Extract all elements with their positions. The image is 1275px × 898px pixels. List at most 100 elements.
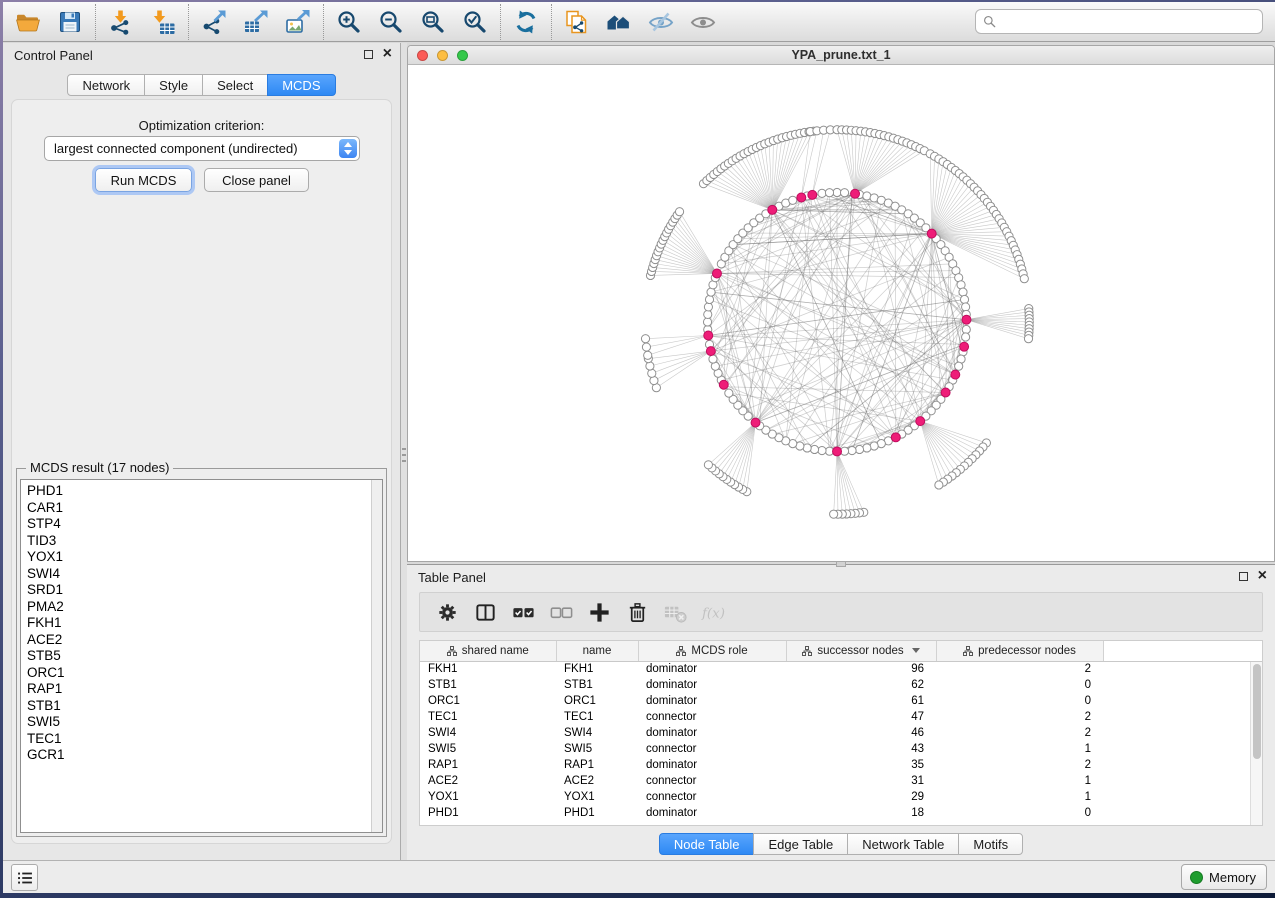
mcds-result-item[interactable]: SRD1 (27, 582, 371, 599)
table-scrollbar-thumb[interactable] (1253, 664, 1261, 759)
tab-select[interactable]: Select (202, 74, 268, 96)
zoom-fit-button[interactable] (412, 5, 454, 39)
show-all-button[interactable] (682, 5, 724, 39)
cell-mcds-role[interactable]: dominator (638, 805, 786, 821)
search-input[interactable] (1002, 12, 1256, 32)
tab-style[interactable]: Style (144, 74, 203, 96)
cell-predecessor-nodes[interactable]: 1 (936, 789, 1103, 805)
cell-shared-name[interactable]: STB1 (420, 677, 556, 693)
table-row[interactable]: ORC1ORC1dominator610 (420, 693, 1262, 709)
cell-predecessor-nodes[interactable]: 2 (936, 725, 1103, 741)
cell-shared-name[interactable]: FKH1 (420, 661, 556, 677)
tab-node-table[interactable]: Node Table (659, 833, 755, 855)
cell-mcds-role[interactable]: dominator (638, 677, 786, 693)
zoom-selected-button[interactable] (454, 5, 496, 39)
duplicate-network-button[interactable] (556, 5, 598, 39)
cell-name[interactable]: FKH1 (556, 661, 638, 677)
search-box[interactable] (975, 9, 1263, 34)
close-panel-button[interactable]: Close panel (204, 168, 309, 192)
deselect-all-checkbox-button[interactable] (542, 596, 580, 628)
mcds-result-item[interactable]: TID3 (27, 533, 371, 550)
cell-successor-nodes[interactable]: 61 (786, 693, 936, 709)
cell-mcds-role[interactable]: dominator (638, 693, 786, 709)
table-row[interactable]: FKH1FKH1dominator962 (420, 661, 1262, 677)
cell-successor-nodes[interactable]: 47 (786, 709, 936, 725)
refresh-view-button[interactable] (505, 5, 547, 39)
cell-shared-name[interactable]: SWI4 (420, 725, 556, 741)
table-row[interactable]: RAP1RAP1dominator352 (420, 757, 1262, 773)
table-row[interactable]: TEC1TEC1connector472 (420, 709, 1262, 725)
cell-successor-nodes[interactable]: 46 (786, 725, 936, 741)
cell-shared-name[interactable]: TEC1 (420, 709, 556, 725)
cell-predecessor-nodes[interactable]: 2 (936, 757, 1103, 773)
task-history-button[interactable] (11, 864, 38, 891)
cell-shared-name[interactable]: YOX1 (420, 789, 556, 805)
column-header-successor-nodes[interactable]: successor nodes (786, 641, 936, 661)
splitter-handle-icon[interactable] (402, 448, 406, 466)
export-image-button[interactable] (277, 5, 319, 39)
mcds-result-item[interactable]: RAP1 (27, 681, 371, 698)
cell-successor-nodes[interactable]: 35 (786, 757, 936, 773)
import-network-button[interactable] (100, 5, 142, 39)
first-neighbors-button[interactable] (598, 5, 640, 39)
save-session-button[interactable] (49, 5, 91, 39)
cell-mcds-role[interactable]: connector (638, 773, 786, 789)
mcds-list-scrollbar[interactable] (371, 480, 382, 832)
zoom-out-button[interactable] (370, 5, 412, 39)
tab-mcds[interactable]: MCDS (267, 74, 335, 96)
mcds-result-item[interactable]: FKH1 (27, 615, 371, 632)
cell-predecessor-nodes[interactable]: 2 (936, 661, 1103, 677)
mcds-result-item[interactable]: SWI4 (27, 566, 371, 583)
column-header-name[interactable]: name (556, 641, 638, 661)
table-row[interactable]: YOX1YOX1connector291 (420, 789, 1262, 805)
cell-mcds-role[interactable]: dominator (638, 757, 786, 773)
cell-shared-name[interactable]: PHD1 (420, 805, 556, 821)
cell-successor-nodes[interactable]: 31 (786, 773, 936, 789)
cell-predecessor-nodes[interactable]: 2 (936, 709, 1103, 725)
tab-motifs[interactable]: Motifs (958, 833, 1023, 855)
add-column-button[interactable] (580, 596, 618, 628)
cell-predecessor-nodes[interactable]: 1 (936, 741, 1103, 757)
cell-shared-name[interactable]: ORC1 (420, 693, 556, 709)
network-window-titlebar[interactable]: YPA_prune.txt_1 (408, 46, 1274, 65)
network-canvas[interactable] (408, 65, 1274, 561)
cell-shared-name[interactable]: SWI5 (420, 741, 556, 757)
cell-name[interactable]: YOX1 (556, 789, 638, 805)
mcds-result-item[interactable]: YOX1 (27, 549, 371, 566)
cell-predecessor-nodes[interactable]: 1 (936, 773, 1103, 789)
mcds-result-item[interactable]: STP4 (27, 516, 371, 533)
cell-mcds-role[interactable]: dominator (638, 661, 786, 677)
cell-successor-nodes[interactable]: 96 (786, 661, 936, 677)
mcds-result-item[interactable]: TEC1 (27, 731, 371, 748)
mcds-result-item[interactable]: GCR1 (27, 747, 371, 764)
tab-network-table[interactable]: Network Table (847, 833, 959, 855)
run-mcds-button[interactable]: Run MCDS (95, 168, 192, 192)
column-header-mcds-role[interactable]: MCDS role (638, 641, 786, 661)
cell-successor-nodes[interactable]: 18 (786, 805, 936, 821)
cell-mcds-role[interactable]: dominator (638, 725, 786, 741)
mcds-result-list[interactable]: PHD1CAR1STP4TID3YOX1SWI4SRD1PMA2FKH1ACE2… (21, 480, 371, 832)
mcds-result-item[interactable]: STB1 (27, 698, 371, 715)
cell-predecessor-nodes[interactable]: 0 (936, 805, 1103, 821)
close-table-panel-icon[interactable]: × (1258, 566, 1267, 586)
cell-predecessor-nodes[interactable]: 0 (936, 677, 1103, 693)
export-network-button[interactable] (193, 5, 235, 39)
table-row[interactable]: PHD1PHD1dominator180 (420, 805, 1262, 821)
cell-name[interactable]: STB1 (556, 677, 638, 693)
mcds-result-item[interactable]: SWI5 (27, 714, 371, 731)
mcds-result-item[interactable]: CAR1 (27, 500, 371, 517)
memory-button[interactable]: Memory (1181, 864, 1267, 890)
mcds-result-item[interactable]: PMA2 (27, 599, 371, 616)
cell-mcds-role[interactable]: connector (638, 709, 786, 725)
table-row[interactable]: ACE2ACE2connector311 (420, 773, 1262, 789)
export-table-button[interactable] (235, 5, 277, 39)
cell-mcds-role[interactable]: connector (638, 741, 786, 757)
cell-predecessor-nodes[interactable]: 0 (936, 693, 1103, 709)
cell-successor-nodes[interactable]: 29 (786, 789, 936, 805)
mcds-result-item[interactable]: ACE2 (27, 632, 371, 649)
cell-mcds-role[interactable]: connector (638, 789, 786, 805)
cell-successor-nodes[interactable]: 43 (786, 741, 936, 757)
delete-column-button[interactable] (618, 596, 656, 628)
column-header-shared-name[interactable]: shared name (420, 641, 556, 661)
open-file-button[interactable] (7, 5, 49, 39)
